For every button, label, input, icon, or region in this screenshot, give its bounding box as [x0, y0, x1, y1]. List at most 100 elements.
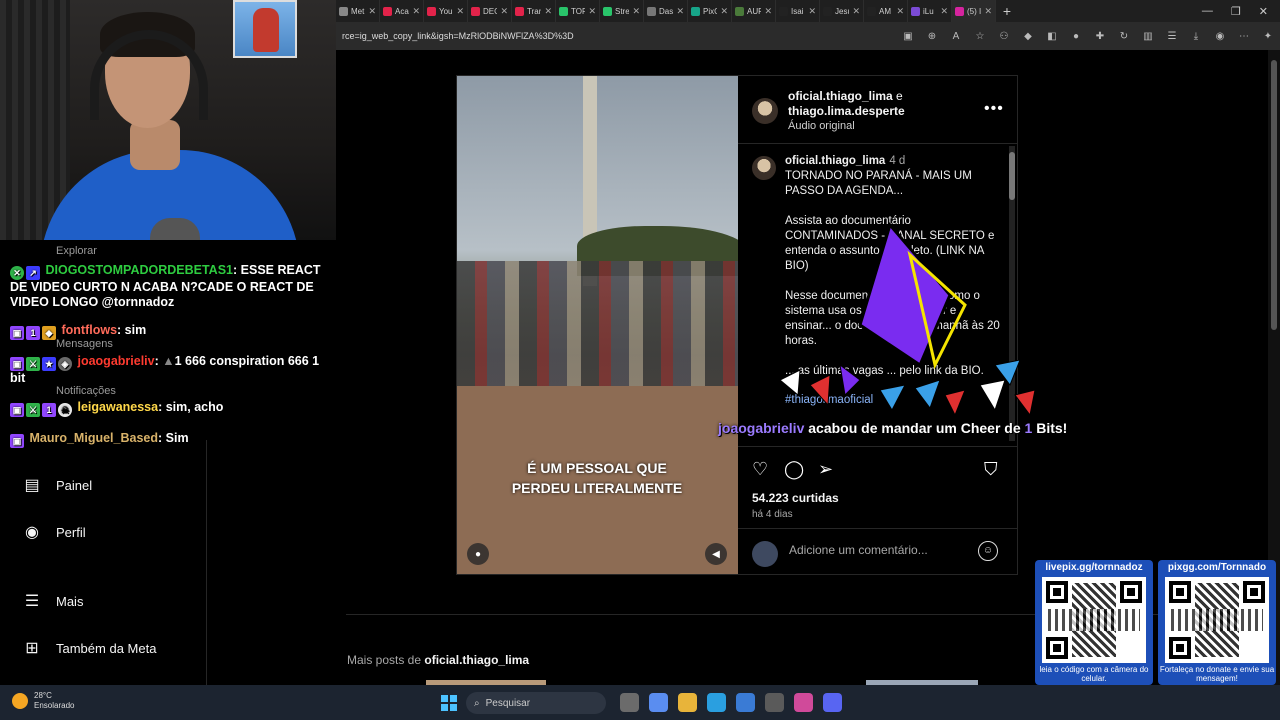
zoom-icon[interactable]: ⊕: [926, 31, 938, 42]
install-app-icon[interactable]: ▣: [902, 31, 914, 42]
viewer-avatar: [752, 541, 778, 567]
url-field[interactable]: rce=ig_web_copy_link&igsh=MzRlODBiNWFlZA…: [342, 31, 902, 41]
comment-input[interactable]: [789, 543, 969, 557]
sound-icon[interactable]: ◀: [705, 543, 727, 565]
gem-badge-icon: ◈: [58, 357, 72, 371]
tab-close-icon[interactable]: ✕: [852, 6, 860, 17]
copilot-app-icon[interactable]: [649, 693, 668, 712]
sword-badge-icon: ⚔: [26, 403, 40, 417]
tagged-user-icon[interactable]: ●: [467, 543, 489, 565]
tab-close-icon[interactable]: ✕: [632, 6, 640, 17]
new-tab-button[interactable]: +: [996, 3, 1018, 19]
profile-icon[interactable]: ◉: [1214, 31, 1226, 42]
tab-close-icon[interactable]: ✕: [412, 6, 420, 17]
browser-tab[interactable]: Isai ✕: [776, 0, 820, 22]
owner-username[interactable]: oficial.thiago_lima: [788, 89, 893, 103]
browser-tab[interactable]: AUF ✕: [732, 0, 776, 22]
favorites-icon[interactable]: ☰: [1166, 31, 1178, 42]
likes-count[interactable]: 54.223 curtidas: [752, 491, 839, 505]
read-aloud-icon[interactable]: A: [950, 31, 962, 42]
toolbar-icons: ▣ ⊕ A ☆ ⚇ ◆ ◧ ● ✚ ↻ ▥ ☰ ⤓ ◉ ⋯ ✦: [902, 31, 1274, 42]
scrollbar-thumb[interactable]: [1271, 60, 1277, 330]
tab-favicon-icon: [823, 6, 832, 16]
browser-tab[interactable]: Aca ✕: [380, 0, 424, 22]
nav-mais[interactable]: ☰ Mais: [22, 591, 84, 611]
chat-user: joaogabrieliv: [77, 354, 155, 368]
browser-tab[interactable]: Stre ✕: [600, 0, 644, 22]
translate-icon[interactable]: ◧: [1046, 31, 1058, 42]
tab-favicon-icon: [691, 6, 700, 16]
pixgg-qr-code: [1165, 577, 1269, 663]
copilot-icon[interactable]: ✦: [1262, 31, 1274, 42]
tab-close-icon[interactable]: ✕: [456, 6, 464, 17]
tab-close-icon[interactable]: ✕: [984, 6, 992, 17]
post-video[interactable]: É UM PESSOAL QUE PERDEU LITERALMENTE ● ◀: [457, 76, 738, 574]
tab-close-icon[interactable]: ✕: [896, 6, 904, 17]
shield-icon[interactable]: ◆: [1022, 31, 1034, 42]
collaborator-username[interactable]: thiago.lima.desperte: [788, 104, 905, 118]
nav-painel[interactable]: ▤ Painel: [22, 475, 92, 495]
nav-notificacoes[interactable]: Notificações: [56, 385, 116, 397]
tab-close-icon[interactable]: ✕: [940, 6, 948, 17]
browser-tab[interactable]: Dash✕: [644, 0, 688, 22]
emoji-icon[interactable]: ☺: [978, 541, 998, 561]
tab-close-icon[interactable]: ✕: [544, 6, 552, 17]
split-screen-icon[interactable]: ▥: [1142, 31, 1154, 42]
browser-tab[interactable]: Tran✕: [512, 0, 556, 22]
tab-close-icon[interactable]: ✕: [764, 6, 772, 17]
owner-avatar[interactable]: [752, 98, 778, 124]
puzzle-icon[interactable]: ✚: [1094, 31, 1106, 42]
tab-close-icon[interactable]: ✕: [676, 6, 684, 17]
task-view-icon[interactable]: [620, 693, 639, 712]
nav-meta[interactable]: ⊞ Também da Meta: [22, 638, 156, 658]
browser-tab[interactable]: TOR✕: [556, 0, 600, 22]
chat-user: leigawanessa: [77, 400, 159, 414]
close-window-icon[interactable]: ✕: [1259, 5, 1268, 18]
caption-avatar[interactable]: [752, 156, 776, 180]
browser-tab[interactable]: PixG✕: [688, 0, 732, 22]
tab-close-icon[interactable]: ✕: [808, 6, 816, 17]
game-app-icon[interactable]: [794, 693, 813, 712]
weather-widget[interactable]: 28°C Ensolarado: [12, 691, 74, 711]
add-comment-bar: ☺: [738, 528, 1018, 574]
tab-close-icon[interactable]: ✕: [588, 6, 596, 17]
taskbar-search[interactable]: ⌕ Pesquisar: [466, 692, 606, 714]
more-options-icon[interactable]: •••: [984, 100, 1004, 118]
download-icon[interactable]: ⤓: [1190, 31, 1202, 42]
browser-tab[interactable]: Jesu✕: [820, 0, 864, 22]
obs-icon[interactable]: [765, 693, 784, 712]
browser-tab[interactable]: Met ✕: [336, 0, 380, 22]
browser-tab[interactable]: DEC✕: [468, 0, 512, 22]
more-icon[interactable]: ⋯: [1238, 31, 1250, 42]
share-send-icon[interactable]: ➢: [818, 459, 833, 480]
record-icon[interactable]: ●: [1070, 31, 1082, 42]
edge-icon[interactable]: [707, 693, 726, 712]
nav-explorar[interactable]: Explorar: [56, 245, 97, 257]
maximize-icon[interactable]: ❐: [1231, 5, 1241, 18]
browser-tab[interactable]: (5) I ✕: [952, 0, 996, 22]
weather-temp: 28°C: [34, 691, 52, 700]
photos-icon[interactable]: [736, 693, 755, 712]
browser-tab[interactable]: You ✕: [424, 0, 468, 22]
tab-close-icon[interactable]: ✕: [368, 6, 376, 17]
comments-scroll-thumb[interactable]: [1009, 152, 1015, 200]
favorite-star-icon[interactable]: ☆: [974, 31, 986, 42]
audio-label[interactable]: Áudio original: [788, 119, 905, 134]
windows-start-icon[interactable]: [441, 695, 457, 711]
save-bookmark-icon[interactable]: ⛉: [984, 459, 998, 480]
browser-tab[interactable]: AM ✕: [864, 0, 908, 22]
browser-tab[interactable]: iLu ✕: [908, 0, 952, 22]
nav-perfil[interactable]: ◉ Perfil: [22, 522, 86, 542]
discord-icon[interactable]: [823, 693, 842, 712]
file-explorer-icon[interactable]: [678, 693, 697, 712]
like-heart-icon[interactable]: ♡: [752, 459, 768, 480]
tab-close-icon[interactable]: ✕: [720, 6, 728, 17]
comment-bubble-icon[interactable]: ◯: [784, 459, 804, 480]
refresh-icon[interactable]: ↻: [1118, 31, 1130, 42]
tab-label: Dash: [659, 6, 674, 16]
caption-username[interactable]: oficial.thiago_lima: [785, 155, 885, 167]
minimize-icon[interactable]: —: [1202, 5, 1213, 18]
tab-close-icon[interactable]: ✕: [500, 6, 508, 17]
extension-icon[interactable]: ⚇: [998, 31, 1010, 42]
more-posts-user[interactable]: oficial.thiago_lima: [424, 653, 529, 667]
